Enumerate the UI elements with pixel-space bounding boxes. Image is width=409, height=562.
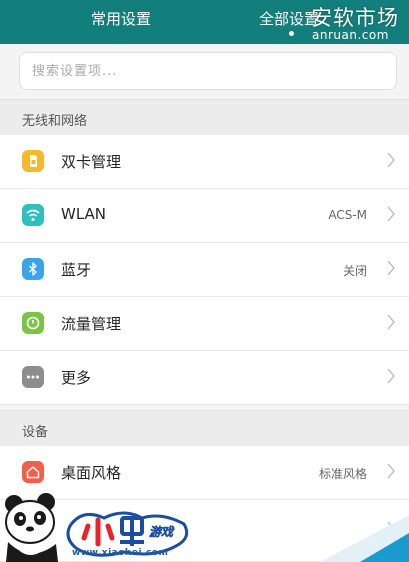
row-label: 桌面风格 [61, 464, 122, 482]
row-label: WLAN [61, 205, 107, 223]
settings-row-wlan[interactable]: WLAN ACS-M [0, 189, 409, 243]
tab-all-settings[interactable]: 全部设置 [259, 8, 319, 29]
chevron-right-icon [387, 206, 395, 222]
search-area [0, 44, 409, 99]
settings-row-dual-sim[interactable]: 双卡管理 [0, 135, 409, 189]
wifi-icon [22, 204, 44, 226]
anruan-watermark-url: anruan.com [312, 28, 389, 42]
xiaohei-watermark-game-text: 游戏 [149, 525, 174, 540]
top-tab-bar: 常用设置 全部设置 安软市场 anruan.com [0, 0, 409, 44]
row-label: 双卡管理 [61, 153, 122, 171]
row-value: 关闭 [342, 264, 367, 278]
section-header-device: 设备 [0, 410, 409, 446]
row-label: 流量管理 [61, 315, 122, 333]
row-label: 蓝牙 [61, 261, 92, 279]
chevron-right-icon [387, 368, 395, 384]
row-label: 更多 [61, 369, 92, 387]
settings-row-data-usage[interactable]: 流量管理 [0, 297, 409, 351]
chevron-right-icon [387, 314, 395, 330]
section-header-wireless: 无线和网络 [0, 99, 409, 135]
data-usage-icon [22, 312, 44, 334]
more-icon [22, 366, 44, 388]
corner-watermark-graphic [320, 515, 409, 562]
chevron-right-icon [387, 152, 395, 168]
section-title: 设备 [22, 425, 49, 440]
chevron-right-icon [387, 260, 395, 276]
search-box[interactable] [19, 52, 397, 90]
section-title: 无线和网络 [22, 114, 88, 129]
tab-common-settings[interactable]: 常用设置 [91, 8, 151, 29]
search-input[interactable] [20, 53, 396, 89]
bluetooth-icon [22, 258, 44, 280]
xiaohei-watermark-url: www.xiaohei.com [72, 548, 169, 558]
chevron-right-icon [387, 463, 395, 479]
settings-row-bluetooth[interactable]: 蓝牙 关闭 [0, 243, 409, 297]
settings-row-more[interactable]: 更多 [0, 351, 409, 405]
panda-mascot-logo [5, 493, 58, 562]
row-value: 标准风格 [318, 467, 367, 481]
row-value: ACS-M [328, 208, 367, 222]
sim-card-icon [22, 150, 44, 172]
home-icon [22, 461, 44, 483]
active-tab-indicator [289, 31, 294, 36]
